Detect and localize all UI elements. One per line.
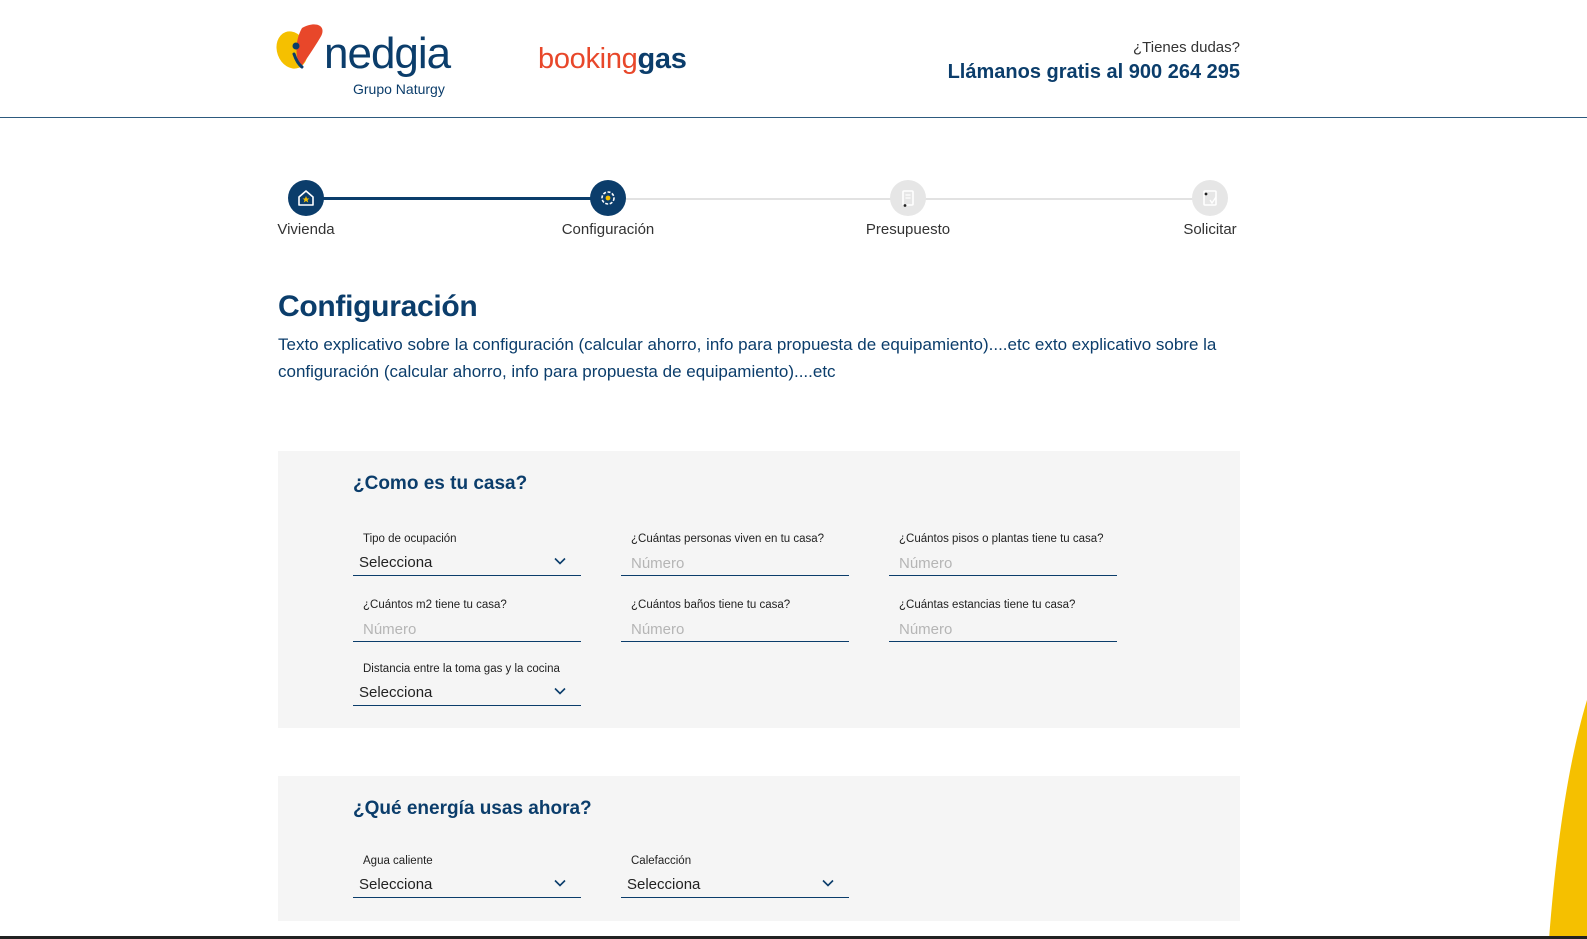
field-label: ¿Cuántas estancias tiene tu casa? [899,599,1076,611]
rooms-field-control[interactable] [889,618,1117,642]
brand-booking-text: booking [538,43,638,75]
page: nedgia Grupo Naturgy bookinggas ¿Tienes … [0,0,1587,939]
step-label: Presupuesto [865,221,951,238]
area-field-control[interactable] [353,618,581,642]
bathrooms-field-control[interactable] [621,618,849,642]
house-icon [288,180,324,216]
occupancy-select[interactable]: Tipo de ocupación Selecciona [353,532,581,576]
section-title: ¿Como es tu casa? [353,473,528,494]
select-value: Selecciona [627,876,701,893]
step-label: Configuración [561,221,655,238]
gear-icon [590,180,626,216]
chevron-down-icon [554,557,566,565]
nedgia-logo[interactable]: nedgia Grupo Naturgy [276,18,466,100]
energy-section: ¿Qué energía usas ahora? Agua caliente S… [278,776,1240,921]
field-label: ¿Cuántos pisos o plantas tiene tu casa? [899,533,1104,545]
people-field[interactable]: ¿Cuántas personas viven en tu casa? [621,532,849,576]
rooms-field[interactable]: ¿Cuántas estancias tiene tu casa? [889,598,1117,642]
chevron-down-icon [554,687,566,695]
field-label: Calefacción [631,855,692,867]
chevron-down-icon [822,879,834,887]
decorative-yellow-shape [1549,700,1587,939]
hot-water-select[interactable]: Agua caliente Selecciona [353,854,581,898]
people-input[interactable] [621,552,849,574]
logo-subtitle: Grupo Naturgy [353,81,445,97]
hot-water-select-control[interactable]: Selecciona [353,874,581,898]
area-field[interactable]: ¿Cuántos m2 tiene tu casa? [353,598,581,642]
floors-input[interactable] [889,552,1117,574]
field-label: Tipo de ocupación [363,533,457,545]
floors-field-control[interactable] [889,552,1117,576]
step-presupuesto[interactable]: Presupuesto [848,180,968,240]
step-solicitar[interactable]: Solicitar [1150,180,1270,240]
signature-icon [1192,180,1228,216]
site-header: nedgia Grupo Naturgy bookinggas ¿Tienes … [0,0,1587,118]
distance-select-control[interactable]: Selecciona [353,682,581,706]
bathrooms-input[interactable] [621,618,849,640]
progress-stepper: Vivienda Configuración Presupuesto Solic… [276,180,1240,242]
step-configuracion[interactable]: Configuración [548,180,668,240]
nedgia-logo-mark-icon [276,24,323,69]
select-value: Selecciona [359,554,433,571]
step-label: Vivienda [277,221,335,238]
heating-select[interactable]: Calefacción Selecciona [621,854,849,898]
field-label: ¿Cuántas personas viven en tu casa? [631,533,825,545]
select-value: Selecciona [359,684,433,701]
select-value: Selecciona [359,876,433,893]
logo-wordmark: nedgia [324,29,451,78]
step-vivienda[interactable]: Vivienda [246,180,366,240]
field-label: ¿Cuántos m2 tiene tu casa? [363,599,507,611]
heating-select-control[interactable]: Selecciona [621,874,849,898]
rooms-input[interactable] [889,618,1117,640]
occupancy-select-control[interactable]: Selecciona [353,552,581,576]
section-title: ¿Qué energía usas ahora? [353,798,592,819]
area-input[interactable] [353,618,581,640]
field-label: Agua caliente [363,855,433,867]
help-contact: ¿Tienes dudas? Llámanos gratis al 900 26… [948,38,1240,86]
bathrooms-field[interactable]: ¿Cuántos baños tiene tu casa? [621,598,849,642]
page-description: Texto explicativo sobre la configuración… [278,335,1217,381]
field-label: Distancia entre la toma gas y la cocina [363,663,560,675]
bookinggas-brand[interactable]: bookinggas [538,42,687,76]
help-phone-link[interactable]: Llámanos gratis al 900 264 295 [948,58,1240,86]
brand-gas-text: gas [637,43,687,75]
help-question: ¿Tienes dudas? [1132,39,1240,56]
document-icon [890,180,926,216]
step-label: Solicitar [1183,221,1237,238]
chevron-down-icon [554,879,566,887]
house-section: ¿Como es tu casa? Tipo de ocupación Sele… [278,451,1240,728]
people-field-control[interactable] [621,552,849,576]
page-title: Configuración [278,290,478,323]
floors-field[interactable]: ¿Cuántos pisos o plantas tiene tu casa? [889,532,1117,576]
field-label: ¿Cuántos baños tiene tu casa? [631,599,791,611]
distance-select[interactable]: Distancia entre la toma gas y la cocina … [353,662,581,706]
